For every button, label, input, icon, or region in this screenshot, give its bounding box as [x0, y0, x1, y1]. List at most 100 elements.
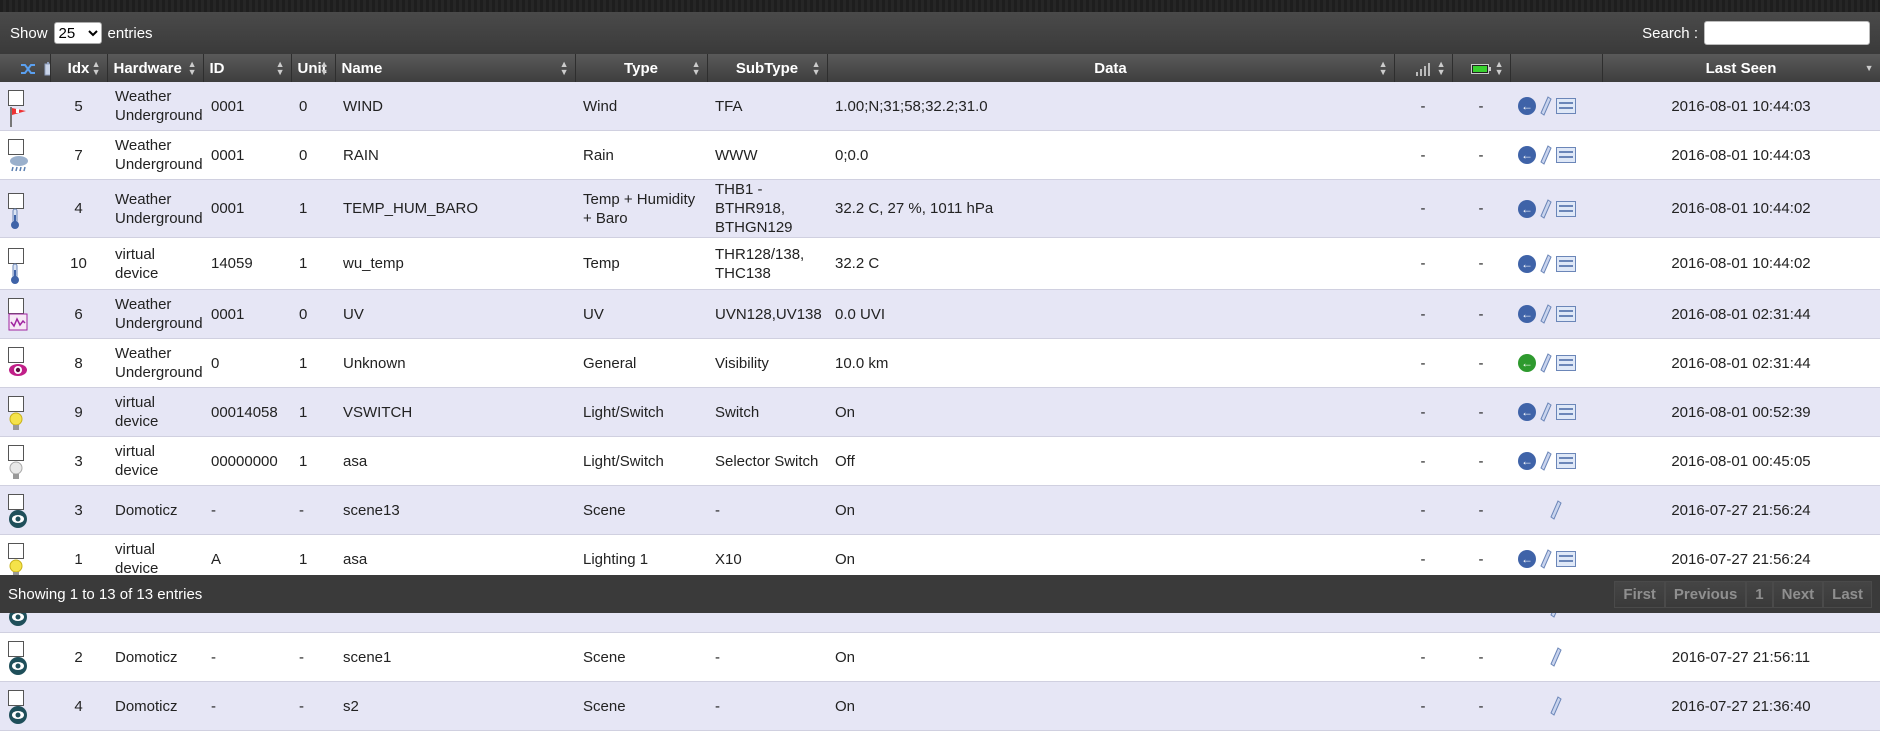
table-icon[interactable]: [1556, 404, 1576, 420]
search-control: Search :: [1642, 21, 1870, 45]
edit-icon[interactable]: [1540, 304, 1552, 324]
row-checkbox[interactable]: [8, 90, 24, 106]
hardware-cell: Domoticz: [107, 485, 203, 535]
table-icon[interactable]: [1556, 306, 1576, 322]
id-cell: 0: [203, 338, 291, 388]
hardware-column-header[interactable]: Hardware ▲ ▼: [107, 54, 204, 82]
row-checkbox[interactable]: [8, 139, 24, 155]
first-page-button[interactable]: First: [1614, 580, 1665, 608]
edit-icon[interactable]: [1550, 500, 1562, 520]
table-icon[interactable]: [1556, 453, 1576, 469]
row-select-cell: [0, 179, 50, 238]
name-cell: WIND: [335, 82, 575, 131]
table-footer: Showing 1 to 13 of 13 entries First Prev…: [0, 575, 1880, 613]
subtype-column-header[interactable]: SubType ▲ ▼: [707, 54, 828, 82]
row-checkbox[interactable]: [8, 690, 24, 706]
table-icon[interactable]: [1556, 98, 1576, 114]
unit-cell: -: [291, 632, 335, 682]
subtype-cell: UVN128,UV138: [707, 289, 827, 339]
log-icon[interactable]: ←: [1518, 354, 1536, 372]
page-1-button[interactable]: 1: [1746, 580, 1773, 608]
log-icon[interactable]: ←: [1518, 305, 1536, 323]
idx-cell: 4: [50, 179, 107, 238]
table-icon[interactable]: [1556, 200, 1576, 217]
idx-cell: 10: [50, 237, 107, 290]
edit-icon[interactable]: [1540, 402, 1552, 422]
wind-flag-icon: [8, 105, 28, 127]
row-select-cell: [0, 632, 50, 682]
idx-column-header[interactable]: Idx ▲ ▼: [50, 54, 108, 82]
log-icon[interactable]: ←: [1518, 199, 1536, 218]
row-checkbox[interactable]: [8, 298, 24, 314]
data-cell: 0.0 UVI: [827, 289, 1394, 339]
page-size-select[interactable]: 25: [53, 22, 102, 44]
signal-cell: -: [1394, 632, 1452, 682]
log-icon[interactable]: ←: [1518, 146, 1536, 164]
hardware-cell: Weather Underground: [107, 130, 203, 180]
id-cell: 14059: [203, 237, 291, 290]
row-checkbox[interactable]: [8, 543, 24, 559]
last-seen-cell: 2016-08-01 02:31:44: [1602, 289, 1880, 339]
row-checkbox[interactable]: [8, 641, 24, 657]
type-cell: Temp + Humidity + Baro: [575, 179, 707, 238]
edit-icon[interactable]: [1540, 198, 1552, 219]
row-checkbox[interactable]: [8, 247, 24, 264]
edit-icon[interactable]: [1540, 353, 1552, 373]
data-column-header[interactable]: Data ▲ ▼: [827, 54, 1395, 82]
edit-icon[interactable]: [1540, 96, 1552, 116]
last-page-button[interactable]: Last: [1823, 580, 1872, 608]
edit-icon[interactable]: [1540, 549, 1552, 569]
type-column-header[interactable]: Type ▲ ▼: [575, 54, 708, 82]
row-checkbox[interactable]: [8, 347, 24, 363]
edit-icon[interactable]: [1540, 253, 1552, 274]
log-icon[interactable]: ←: [1518, 97, 1536, 115]
hardware-cell: Domoticz: [107, 632, 203, 682]
table-row: 6 Weather Underground 0001 0 UV UV UVN128,UV13…: [0, 289, 1880, 339]
edit-icon[interactable]: [1550, 647, 1562, 667]
actions-cell: ←: [1510, 338, 1602, 388]
hardware-cell: virtual device: [107, 387, 203, 437]
log-icon[interactable]: ←: [1518, 452, 1536, 470]
devices-table: Idx ▲ ▼ Hardware ▲ ▼ ID ▲ ▼ Unit ▲ ▼ Name ▲ ▼ Type…: [0, 54, 1880, 731]
unit-column-header[interactable]: Unit ▲ ▼: [291, 54, 336, 82]
id-cell: -: [203, 681, 291, 731]
signal-cell: -: [1394, 387, 1452, 437]
previous-page-button[interactable]: Previous: [1664, 580, 1747, 608]
next-page-button[interactable]: Next: [1772, 580, 1824, 608]
idx-cell: 3: [50, 485, 107, 535]
battery-column-header[interactable]: ▲ ▼: [1452, 54, 1511, 82]
table-icon[interactable]: [1556, 551, 1576, 567]
id-column-header[interactable]: ID ▲ ▼: [203, 54, 292, 82]
subtype-cell: WWW: [707, 130, 827, 180]
edit-icon[interactable]: [1540, 451, 1552, 471]
unit-cell: 1: [291, 338, 335, 388]
select-column-header[interactable]: [0, 54, 51, 82]
sort-icon: ▲ ▼: [559, 59, 569, 77]
name-column-header[interactable]: Name ▲ ▼: [335, 54, 576, 82]
sort-icon: ▲ ▼: [1436, 59, 1446, 77]
log-icon[interactable]: ←: [1518, 550, 1536, 568]
battery-cell: -: [1452, 82, 1510, 131]
table-icon[interactable]: [1556, 355, 1576, 371]
subtype-cell: THR128/138, THC138: [707, 237, 827, 290]
battery-cell: -: [1452, 387, 1510, 437]
row-checkbox[interactable]: [8, 396, 24, 412]
signal-column-header[interactable]: ▲ ▼: [1394, 54, 1453, 82]
log-icon[interactable]: ←: [1518, 254, 1536, 273]
type-cell: Rain: [575, 130, 707, 180]
row-select-cell: [0, 485, 50, 535]
edit-icon[interactable]: [1550, 696, 1562, 716]
row-checkbox[interactable]: [8, 494, 24, 510]
row-checkbox[interactable]: [8, 192, 24, 209]
sort-icon: ▲ ▼: [1494, 59, 1504, 77]
log-icon[interactable]: ←: [1518, 403, 1536, 421]
battery-cell: -: [1452, 632, 1510, 682]
table-icon[interactable]: [1556, 147, 1576, 163]
table-icon[interactable]: [1556, 255, 1576, 272]
edit-icon[interactable]: [1540, 145, 1552, 165]
hardware-cell: Weather Underground: [107, 179, 203, 238]
search-input[interactable]: [1704, 21, 1870, 45]
row-checkbox[interactable]: [8, 445, 24, 461]
type-cell: UV: [575, 289, 707, 339]
last-seen-column-header[interactable]: Last Seen ▼: [1602, 54, 1880, 82]
